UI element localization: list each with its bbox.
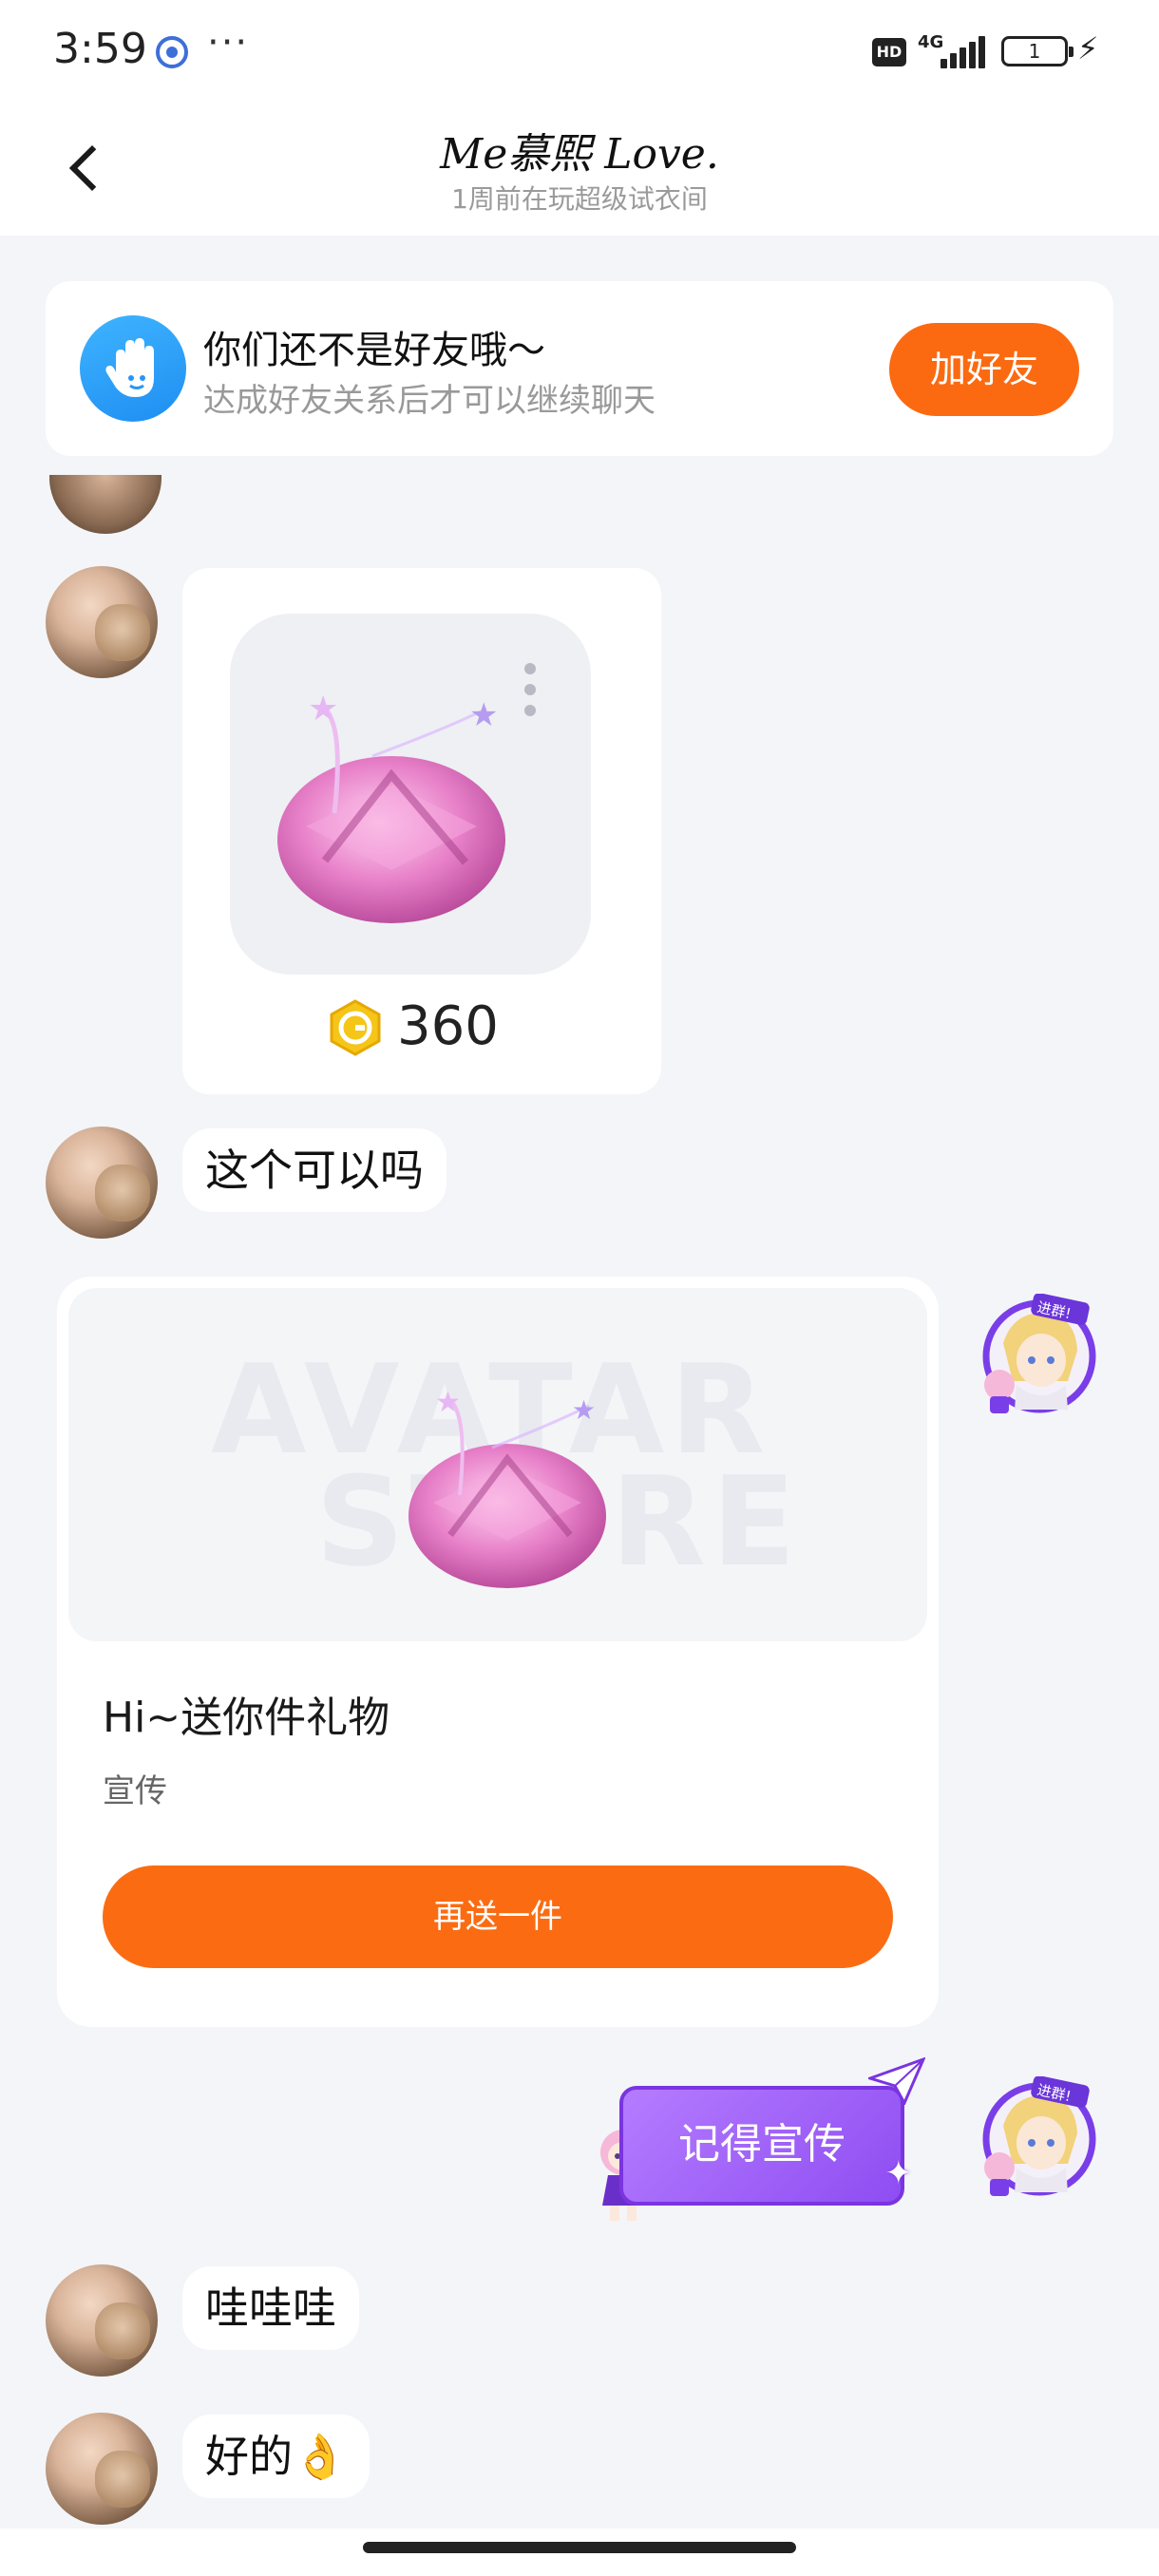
sticker-message-bubble[interactable]: 记得宣传 ✦ <box>619 2057 925 2206</box>
gift-message-card[interactable]: ★ ★ 360 <box>182 568 661 1094</box>
promo-image[interactable]: AVATAR STORE ★ ★ <box>68 1288 927 1641</box>
gold-coin-icon <box>330 999 381 1056</box>
sticker-text: 记得宣传 <box>678 2120 846 2169</box>
message-bubble[interactable]: 好的👌 <box>182 2415 370 2498</box>
banner-subtitle: 达成好友关系后才可以继续聊天 <box>203 382 656 420</box>
avatar[interactable] <box>46 566 158 678</box>
more-vertical-icon[interactable] <box>524 663 538 726</box>
promo-tag: 宣传 <box>103 1772 167 1810</box>
message-bubble[interactable]: 哇哇哇 <box>182 2266 359 2350</box>
gift-image[interactable]: ★ ★ <box>230 614 591 975</box>
avatar[interactable] <box>46 2413 158 2525</box>
chat-title[interactable]: Me慕熙 Love. <box>0 120 1159 180</box>
hd-icon: HD <box>872 38 906 66</box>
gift-price: 360 <box>397 995 499 1057</box>
avatar[interactable] <box>49 475 162 534</box>
my-avatar[interactable]: 进群! <box>975 1294 1098 1417</box>
battery-icon: 1 <box>1001 36 1074 66</box>
wave-hand-icon <box>80 315 186 422</box>
charging-icon: ⚡ <box>1077 30 1099 66</box>
not-friends-banner: 你们还不是好友哦～ 达成好友关系后才可以继续聊天 加好友 <box>46 281 1113 456</box>
banner-title: 你们还不是好友哦～ <box>203 329 545 372</box>
resend-gift-button[interactable]: 再送一件 <box>103 1866 893 1968</box>
sparkle-icon: ✦ <box>884 2154 913 2192</box>
chat-subtitle: 1周前在玩超级试衣间 <box>451 183 708 215</box>
avatar[interactable] <box>46 2264 158 2377</box>
my-avatar[interactable]: 进群! <box>975 2076 1098 2200</box>
promo-title: Hi~送你件礼物 <box>103 1694 390 1742</box>
chat-header: Me慕熙 Love. 1周前在玩超级试衣间 <box>0 103 1159 236</box>
more-notifications-icon: ··· <box>207 21 250 65</box>
message-bubble[interactable]: 这个可以吗 <box>182 1128 446 1212</box>
gift-promo-card[interactable]: AVATAR STORE ★ ★ Hi~送你件礼物 宣传 再送一件 <box>57 1277 939 2027</box>
paper-plane-icon <box>868 2057 925 2105</box>
svg-text:★: ★ <box>572 1394 596 1426</box>
app-notification-icon <box>156 36 188 68</box>
status-bar: 3:59 ··· HD 4G 1 ⚡ <box>0 0 1159 103</box>
svg-text:★: ★ <box>435 1386 461 1419</box>
avatar[interactable] <box>46 1127 158 1239</box>
signal-icon <box>940 34 988 68</box>
svg-text:★: ★ <box>308 690 338 729</box>
home-indicator[interactable] <box>363 2542 796 2553</box>
add-friend-button[interactable]: 加好友 <box>889 323 1079 416</box>
status-time: 3:59 <box>53 25 147 73</box>
svg-text:★: ★ <box>469 696 498 734</box>
